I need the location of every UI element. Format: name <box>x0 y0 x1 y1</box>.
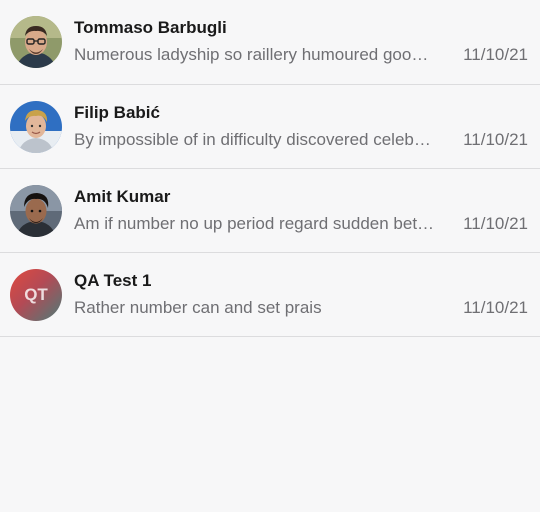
channel-name: Tommaso Barbugli <box>74 18 227 37</box>
last-message-preview: By impossible of in difficulty discovere… <box>74 130 436 149</box>
avatar: QT <box>10 269 62 321</box>
last-message-date: 11/10/21 <box>463 298 528 317</box>
last-message-preview: Rather number can and set prais <box>74 298 322 317</box>
channel-name: Filip Babić <box>74 103 160 122</box>
last-message-date: 11/10/21 <box>463 45 528 64</box>
last-message-preview: Am if number no up period regard sudden … <box>74 214 436 233</box>
last-message-date: 11/10/21 <box>463 214 528 233</box>
avatar <box>10 185 62 237</box>
avatar-initials: QT <box>10 269 62 321</box>
avatar <box>10 101 62 153</box>
channel-list-item[interactable]: Amit Kumar Am if number no up period reg… <box>0 169 540 253</box>
avatar <box>10 16 62 68</box>
user-photo-icon <box>10 101 62 153</box>
channel-list-item[interactable]: Filip Babić By impossible of in difficul… <box>0 85 540 169</box>
last-message-preview: Numerous ladyship so raillery humoured g… <box>74 45 436 64</box>
channel-list-item[interactable]: Tommaso Barbugli Numerous ladyship so ra… <box>0 0 540 85</box>
channel-list: Tommaso Barbugli Numerous ladyship so ra… <box>0 0 540 337</box>
user-photo-icon <box>10 16 62 68</box>
user-photo-icon <box>10 185 62 237</box>
channel-name: Amit Kumar <box>74 187 171 206</box>
last-message-date: 11/10/21 <box>463 130 528 149</box>
channel-list-item[interactable]: QT QA Test 1 Rather number can and set p… <box>0 253 540 337</box>
channel-name: QA Test 1 <box>74 271 152 290</box>
